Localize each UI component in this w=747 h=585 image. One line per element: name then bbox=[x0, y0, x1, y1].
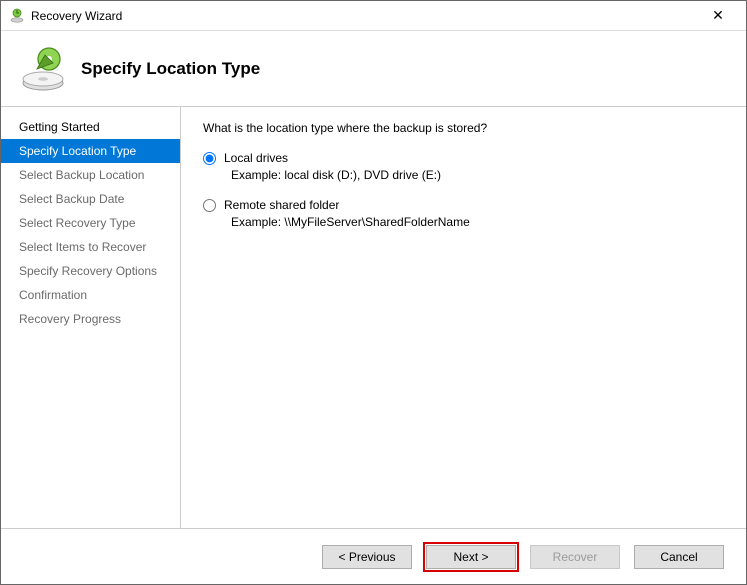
step-select-recovery-type: Select Recovery Type bbox=[1, 211, 180, 235]
close-icon: ✕ bbox=[712, 7, 724, 24]
option-local-drives-row[interactable]: Local drives bbox=[203, 151, 724, 165]
question-text: What is the location type where the back… bbox=[203, 121, 724, 135]
recover-button: Recover bbox=[530, 545, 620, 569]
step-select-backup-location: Select Backup Location bbox=[1, 163, 180, 187]
step-specify-location-type[interactable]: Specify Location Type bbox=[1, 139, 180, 163]
wizard-body: Getting Started Specify Location Type Se… bbox=[1, 106, 746, 528]
option-remote-folder-row[interactable]: Remote shared folder bbox=[203, 198, 724, 212]
option-local-drives-label: Local drives bbox=[224, 151, 288, 165]
step-recovery-progress: Recovery Progress bbox=[1, 307, 180, 331]
option-local-drives-example: Example: local disk (D:), DVD drive (E:) bbox=[231, 168, 724, 182]
step-getting-started[interactable]: Getting Started bbox=[1, 115, 180, 139]
step-select-items-to-recover: Select Items to Recover bbox=[1, 235, 180, 259]
page-title: Specify Location Type bbox=[81, 59, 260, 79]
radio-remote-folder[interactable] bbox=[203, 199, 216, 212]
option-remote-folder-label: Remote shared folder bbox=[224, 198, 339, 212]
step-select-backup-date: Select Backup Date bbox=[1, 187, 180, 211]
recovery-wizard-window: Recovery Wizard ✕ Specify Location Type … bbox=[0, 0, 747, 585]
wizard-content: What is the location type where the back… bbox=[181, 107, 746, 528]
wizard-steps-sidebar: Getting Started Specify Location Type Se… bbox=[1, 107, 181, 528]
recovery-icon bbox=[19, 45, 67, 93]
step-specify-recovery-options: Specify Recovery Options bbox=[1, 259, 180, 283]
option-remote-folder-example: Example: \\MyFileServer\SharedFolderName bbox=[231, 215, 724, 229]
app-icon bbox=[9, 8, 25, 24]
titlebar: Recovery Wizard ✕ bbox=[1, 1, 746, 31]
cancel-button[interactable]: Cancel bbox=[634, 545, 724, 569]
previous-button[interactable]: < Previous bbox=[322, 545, 412, 569]
step-confirmation: Confirmation bbox=[1, 283, 180, 307]
radio-local-drives[interactable] bbox=[203, 152, 216, 165]
close-button[interactable]: ✕ bbox=[698, 2, 738, 30]
wizard-footer: < Previous Next > Recover Cancel bbox=[1, 528, 746, 584]
wizard-header: Specify Location Type bbox=[1, 31, 746, 106]
next-button[interactable]: Next > bbox=[426, 545, 516, 569]
window-title: Recovery Wizard bbox=[31, 9, 698, 23]
